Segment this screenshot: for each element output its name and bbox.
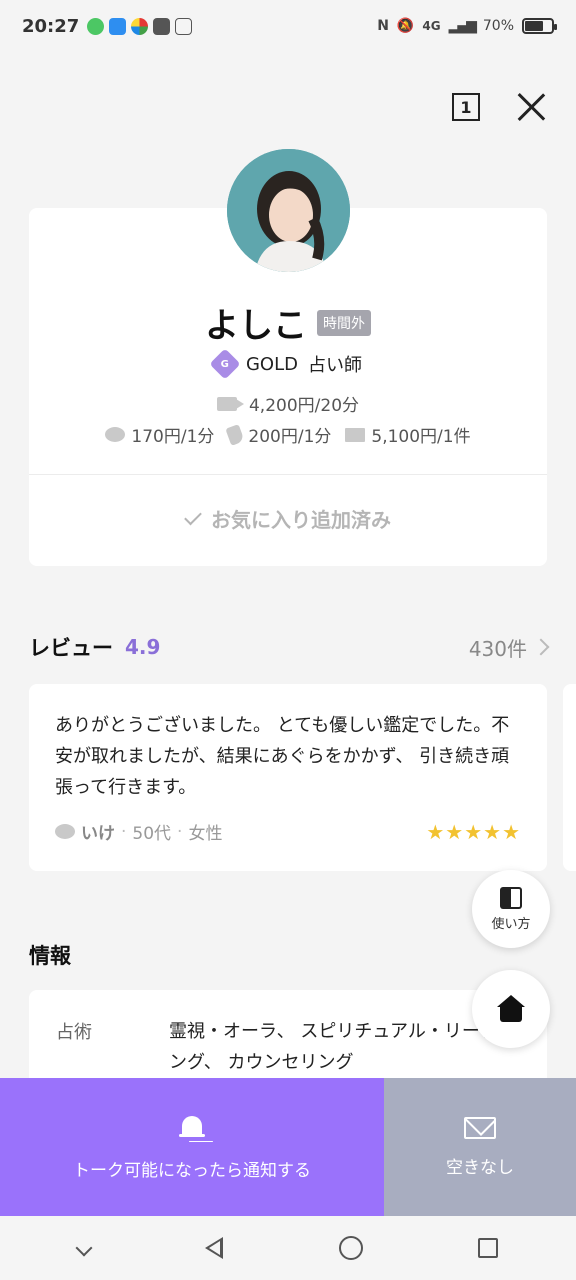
network-type: 4G: [422, 19, 441, 33]
avatar-portrait: [227, 149, 350, 272]
back-icon[interactable]: [205, 1237, 224, 1259]
envelope-icon: [464, 1116, 496, 1139]
check-icon: [184, 507, 202, 525]
video-icon: [216, 396, 244, 411]
mute-bell-icon: 🔕: [396, 18, 415, 34]
chat-price-value: 170円/1分: [131, 427, 215, 447]
video-price-row: 4,200円/20分: [29, 391, 547, 416]
name-row: よしこ 時間外: [29, 298, 547, 347]
gold-rank-icon: G: [209, 348, 241, 380]
line-app-icon: [87, 17, 105, 35]
nfc-icon: N: [377, 18, 389, 34]
home-icon: [497, 995, 525, 1023]
status-badge: 時間外: [317, 309, 371, 336]
separator-dot: ·: [121, 821, 127, 842]
chevron-down-icon[interactable]: [75, 1239, 93, 1257]
battery-percent: 70%: [482, 18, 514, 34]
recent-apps-icon[interactable]: [478, 1238, 499, 1258]
divider: [29, 474, 547, 475]
rank-row: G GOLD 占い師: [29, 348, 547, 380]
unavailable-label: 空きなし: [446, 1157, 514, 1178]
call-price: 200円/1分: [225, 422, 332, 447]
separator-dot: ·: [177, 821, 183, 842]
call-price-value: 200円/1分: [248, 427, 332, 447]
shield-app-icon: [175, 17, 193, 35]
reviewer-name: いけ: [81, 824, 115, 844]
book-icon: [500, 886, 522, 909]
price-row: 170円/1分 200円/1分 5,100円/1件: [29, 422, 547, 447]
game-app-icon: [131, 17, 149, 35]
parking-app-icon: [153, 17, 171, 35]
review-card-next[interactable]: [563, 684, 576, 871]
notify-label: トーク可能になったら通知する: [73, 1160, 311, 1181]
notify-button[interactable]: トーク可能になったら通知する: [0, 1078, 384, 1216]
review-score: 4.9: [125, 635, 161, 659]
reviewer-gender: 女性: [188, 824, 223, 844]
unavailable-button[interactable]: 空きなし: [384, 1078, 576, 1216]
rank-label: GOLD: [245, 353, 298, 375]
battery-fill: [525, 21, 544, 31]
battery-icon: [522, 18, 557, 34]
mail-icon: [345, 427, 366, 442]
reviewer-age: 50代: [132, 824, 172, 844]
close-icon[interactable]: [516, 92, 546, 122]
status-bar: 20:27 N 🔕 4G ▂▄▆ 70%: [0, 0, 576, 52]
guide-button[interactable]: 使い方: [472, 870, 550, 948]
action-bar: トーク可能になったら通知する 空きなし: [0, 1078, 576, 1216]
bell-icon: [179, 1114, 205, 1142]
mail-price-value: 5,100円/1件: [371, 427, 471, 447]
top-actions: 1: [452, 92, 546, 122]
review-count-link[interactable]: 430件: [468, 633, 550, 662]
favorite-label: お気に入り追加済み: [211, 508, 391, 532]
review-title: レビュー: [29, 636, 113, 660]
chat-price: 170円/1分: [105, 422, 214, 447]
review-meta: いけ · 50代 · 女性 ★★★★★: [55, 819, 521, 844]
review-card[interactable]: ありがとうございました。 とても優しい鑑定でした。不安が取れましたが、結果にあぐ…: [29, 684, 547, 871]
signal-icon: ▂▄▆: [448, 18, 477, 34]
avatar: [227, 149, 350, 272]
review-count: 430件: [468, 636, 527, 661]
review-header: レビュー 4.9 430件: [29, 632, 550, 662]
role-label: 占い師: [308, 355, 362, 376]
fortune-teller-name: よしこ: [205, 306, 307, 346]
video-price: 4,200円/20分: [216, 391, 360, 416]
status-time: 20:27: [22, 15, 80, 37]
info-value: 霊視・オーラ、 スピリチュアル・リーディング、 カウンセリング: [169, 1021, 515, 1073]
gold-rank-letter: G: [220, 358, 230, 370]
home-button[interactable]: [472, 970, 550, 1048]
info-label: 占術: [56, 1022, 92, 1043]
mail-price: 5,100円/1件: [345, 422, 471, 447]
info-title: 情報: [29, 944, 71, 968]
home-circle-icon[interactable]: [338, 1236, 363, 1260]
pdf-app-icon: [109, 17, 127, 35]
review-text: ありがとうございました。 とても優しい鑑定でした。不安が取れましたが、結果にあぐ…: [55, 715, 510, 798]
chat-icon: [105, 427, 126, 442]
guide-label: 使い方: [491, 916, 531, 932]
video-price-value: 4,200円/20分: [248, 396, 360, 416]
system-nav-bar: [0, 1216, 576, 1280]
star-rating: ★★★★★: [426, 819, 521, 844]
chevron-right-icon: [532, 638, 550, 656]
tab-count-button[interactable]: 1: [452, 93, 480, 121]
system-icons: N 🔕 4G ▂▄▆ 70%: [377, 18, 557, 34]
notification-icons: [87, 17, 193, 35]
page: 20:27 N 🔕 4G ▂▄▆ 70% 1 よしこ 時間外 G GOLD 占い…: [0, 0, 576, 1280]
comment-icon: [55, 824, 75, 839]
phone-icon: [225, 423, 246, 446]
favorite-button[interactable]: お気に入り追加済み: [29, 504, 547, 533]
